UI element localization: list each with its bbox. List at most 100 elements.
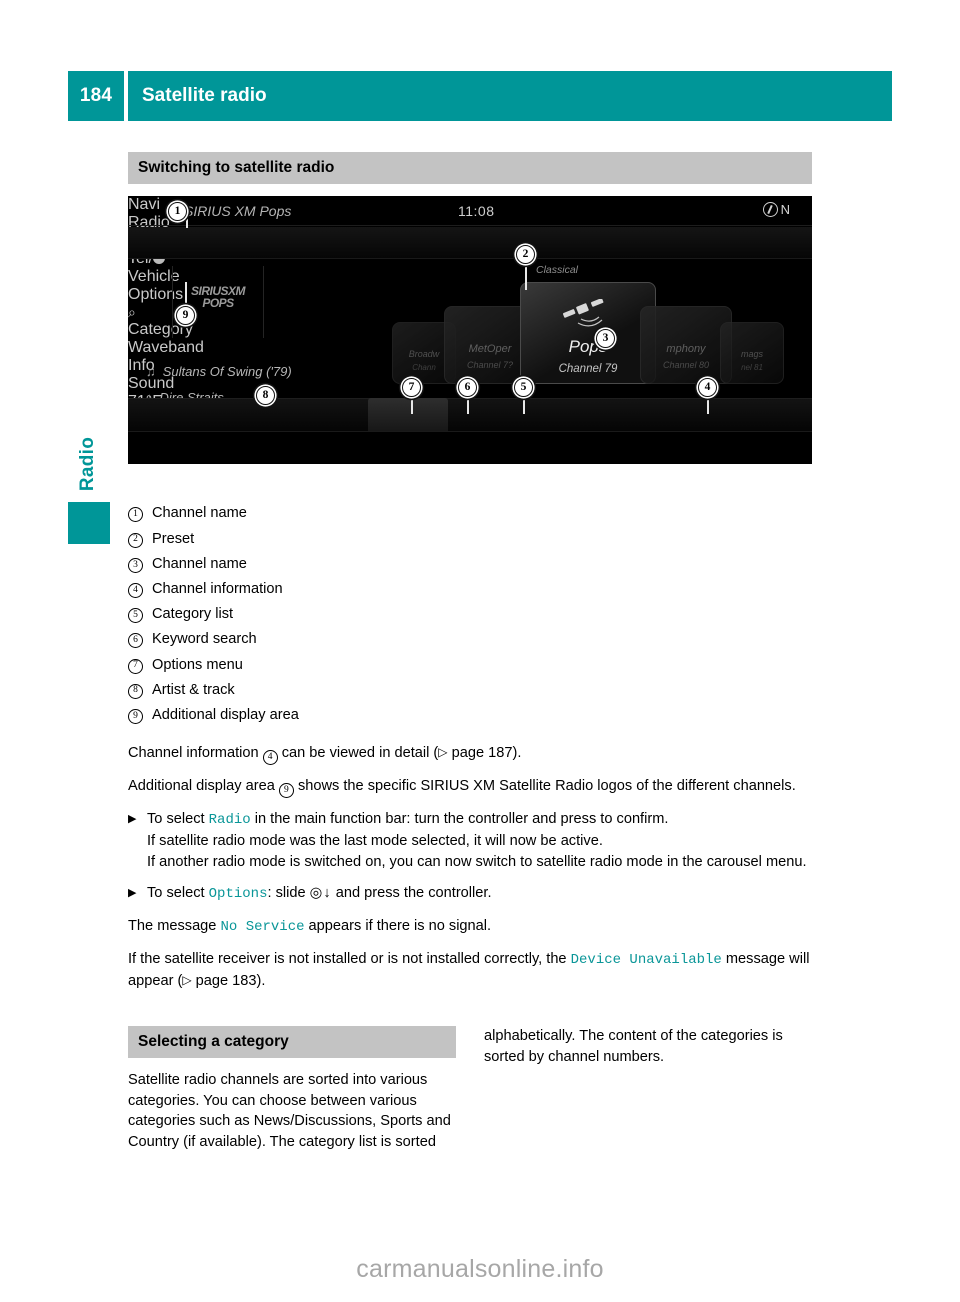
p1-text-b: can be viewed in detail ( [277,744,439,761]
paragraph-no-service: The message No Service appears if there … [128,916,812,938]
callout-3: 3 [596,328,615,348]
legend-item: 9 Additional display area [128,703,812,728]
x2-text-a: To select [147,885,209,902]
legend-number: 2 [128,532,143,548]
legend-label: Additional display area [152,706,299,723]
inline-callout-9: 9 [278,782,294,798]
page-ref-arrow-icon: ▷ [438,744,448,759]
display-climate-bar [128,430,812,464]
ui-term-radio: Radio [208,811,251,828]
legend-label: Options menu [152,656,243,673]
legend-label: Preset [152,530,195,547]
carousel-tile-channel: Channel 79 [558,362,618,375]
leader-line [467,395,469,414]
legend-number: 6 [128,633,143,649]
callout-2: 2 [516,244,535,264]
p4-text-a: If the satellite receiver is not install… [128,951,571,968]
mmi-display-figure: SIRIUS XM Pops 11:08 N Navi Radio Media … [128,195,812,464]
p1-text-c: ). [512,744,522,761]
legend-label: Channel information [152,580,283,597]
paragraph-device-unavailable: If the satellite receiver is not install… [128,949,812,992]
subsection-heading-selecting-a-category: Selecting a category [128,1026,456,1058]
p1-page-ref[interactable]: page 187 [452,745,513,761]
leader-line [411,395,413,414]
step-body: To select Radio in the main function bar… [147,809,807,872]
x2-text-c: and press the controller. [331,885,492,902]
legend-item: 4 Channel information [128,577,812,602]
controller-slide-down-icon: ◎↓ [309,885,332,902]
x1-line3: If another radio mode is switched on, yo… [147,853,807,870]
music-note-icon: ♫ [146,363,156,379]
now-playing-track: ♫ Sultans Of Swing ('79) [146,364,292,379]
carousel-tile-channel: nel 81 [741,362,763,372]
legend-item: 7 Options menu [128,653,812,678]
leader-line [525,263,527,290]
legend-number: 5 [128,608,143,624]
paragraph-channel-information: Channel information 4 can be viewed in d… [128,743,812,765]
legend-label: Channel name [152,555,247,572]
display-preset-label: Classical [536,263,579,276]
callout-5: 5 [514,377,533,397]
satellite-icon [562,298,604,327]
page-number: 184 [68,71,124,121]
carousel-tile-name: mphony [666,342,706,355]
callout-6: 6 [458,377,477,397]
legend-label: Keyword search [152,631,257,648]
step-select-options: ▶ To select Options: slide ◎↓ and press … [128,883,812,905]
legend-number: 7 [128,658,143,674]
legend-label: Artist & track [152,681,235,698]
legend-item: 8 Artist & track [128,678,812,703]
step-body: To select Options: slide ◎↓ and press th… [147,883,492,905]
column-left: Selecting a category Satellite radio cha… [128,1026,456,1153]
callout-8: 8 [256,385,275,405]
legend-number: 4 [128,582,143,598]
legend-item: 5 Category list [128,603,812,628]
column-right: alphabetically. The content of the categ… [484,1026,812,1153]
compass-icon [762,201,778,217]
p4-page-ref[interactable]: page 183 [196,973,257,989]
legend-label: Category list [152,606,234,623]
legend-item: 6 Keyword search [128,628,812,653]
paragraph-additional-display-area: Additional display area 9 shows the spec… [128,776,812,798]
p2-text-b: shows the specific SIRIUS XM Satellite R… [293,777,796,794]
track-title: Sultans Of Swing ('79) [162,363,292,379]
chapter-tab-label: Radio [77,436,98,492]
carousel-tile-channel: Channel 80 [662,359,710,370]
body-copy: Channel information 4 can be viewed in d… [128,743,812,992]
p4-text-c: ). [256,972,266,989]
column-left-text: Satellite radio channels are sorted into… [128,1072,451,1151]
legend-number: 1 [128,507,143,523]
callout-7: 7 [402,377,421,397]
figure-legend: 1 Channel name 2 Preset 3 Channel name 4… [128,502,812,729]
step-select-radio: ▶ To select Radio in the main function b… [128,809,812,872]
options-highlight [368,397,448,431]
carousel-tile-name: Pops [568,336,608,356]
p2-text-a: Additional display area [128,777,279,794]
leader-line [186,215,188,228]
carousel-tile[interactable]: mags nel 81 [720,321,784,384]
legend-number: 3 [128,557,143,573]
carousel-tile[interactable]: mphony Channel 80 [640,305,732,384]
carousel-tile-selected[interactable]: Pops Channel 79 [520,281,656,384]
chapter-marker-square [68,502,110,544]
p1-text-a: Channel information [128,744,263,761]
column-right-text: alphabetically. The content of the categ… [484,1028,783,1065]
legend-item: 2 Preset [128,527,812,552]
content-column: Switching to satellite radio SIRIUS XM P… [128,152,812,1003]
p3-text-a: The message [128,918,221,935]
x1-text-a: To select [147,810,209,827]
inline-callout-4: 4 [262,749,278,765]
callout-4: 4 [698,377,717,397]
ui-term-device-unavailable: Device Unavailable [570,952,722,969]
callout-1: 1 [168,201,187,221]
step-bullet-icon: ▶ [128,887,137,900]
ui-term-no-service: No Service [220,919,305,936]
carousel-tile-name: mags [740,348,763,359]
legend-number: 9 [128,708,143,724]
two-column-section: Selecting a category Satellite radio cha… [128,1026,812,1153]
ui-term-options: Options [208,886,268,903]
callout-9: 9 [176,305,195,325]
display-bottom-function-bar [128,397,812,431]
x1-line2: If satellite radio mode was the last mod… [147,832,603,849]
channel-carousel[interactable]: Broadw Chann MetOper Channel 7? Pops Cha… [392,276,798,384]
